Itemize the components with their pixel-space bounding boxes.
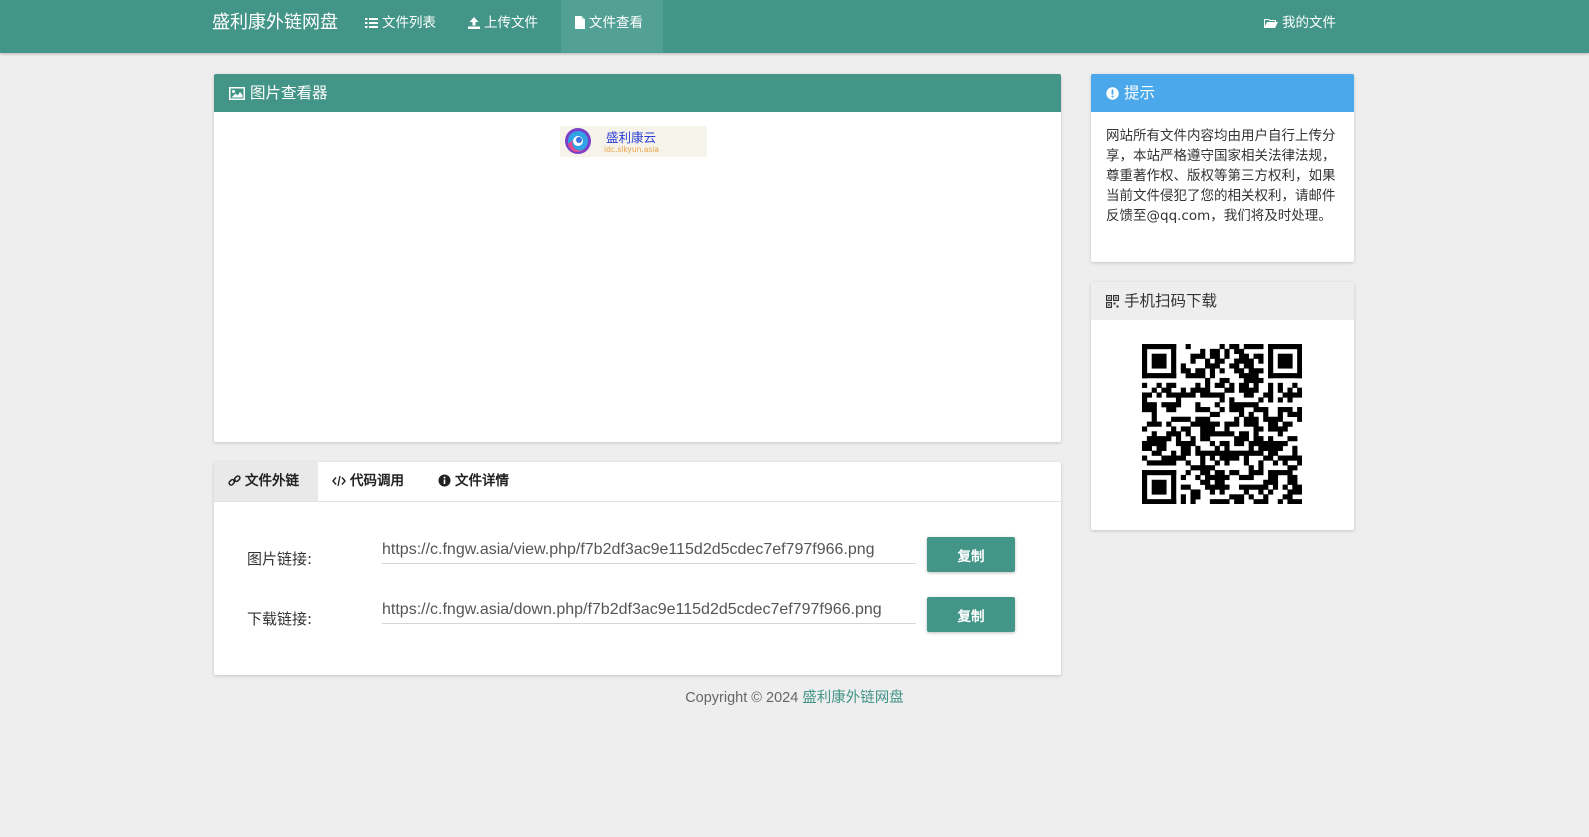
footer-copyright: Copyright © 2024 <box>685 690 799 706</box>
top-navbar: 盛利康外链网盘 文件列表 上传文件 文件查看 我的文件 <box>0 0 1589 53</box>
code-icon <box>332 475 346 487</box>
notice-panel: 提示 网站所有文件内容均由用户自行上传分享，本站严格遵守国家相关法律法规，尊重著… <box>1091 74 1354 262</box>
logo-subtext: idc.slkyun.asia <box>604 145 659 154</box>
tab-file-links-label: 文件外链 <box>245 473 299 489</box>
qrcode-icon <box>1106 295 1120 309</box>
notice-text: 网站所有文件内容均由用户自行上传分享，本站严格遵守国家相关法律法规，尊重著作权、… <box>1106 128 1336 224</box>
image-link-label: 图片链接: <box>247 550 313 568</box>
notice-title: 提示 <box>1124 84 1156 102</box>
file-links-panel: 文件外链 代码调用 文件详情 图片链接: 复制 下载链接: 复制 <box>214 462 1061 675</box>
logo-swirl-icon <box>565 128 591 154</box>
list-icon <box>365 18 378 28</box>
file-icon <box>575 16 585 29</box>
nav-file-list[interactable]: 文件列表 <box>351 0 450 53</box>
notice-header: 提示 <box>1091 74 1354 112</box>
qr-header: 手机扫码下载 <box>1091 282 1354 320</box>
image-link-input[interactable] <box>382 536 916 564</box>
image-viewer-panel: 图片查看器 盛利康云 idc.slkyun.asia <box>214 74 1061 442</box>
download-link-input[interactable] <box>382 596 916 624</box>
tab-file-details-label: 文件详情 <box>455 473 509 489</box>
copy-download-link-button[interactable]: 复制 <box>927 597 1015 632</box>
info-circle-icon <box>438 474 451 487</box>
copy-image-link-button[interactable]: 复制 <box>927 537 1015 572</box>
image-viewer-header: 图片查看器 <box>214 74 1061 112</box>
preview-image[interactable]: 盛利康云 idc.slkyun.asia <box>560 126 707 157</box>
tab-code-embed-label: 代码调用 <box>350 473 404 489</box>
tab-file-links[interactable]: 文件外链 <box>214 462 318 501</box>
nav-file-view-label: 文件查看 <box>589 15 643 31</box>
nav-my-files-label: 我的文件 <box>1282 15 1336 31</box>
image-viewer-title: 图片查看器 <box>250 84 328 102</box>
footer-site-link[interactable]: 盛利康外链网盘 <box>802 690 904 706</box>
nav-file-view[interactable]: 文件查看 <box>561 0 663 53</box>
folder-open-icon <box>1264 19 1278 28</box>
nav-upload-label: 上传文件 <box>484 15 538 31</box>
qr-download-panel: 手机扫码下载 <box>1091 282 1354 530</box>
nav-file-list-label: 文件列表 <box>382 15 436 31</box>
link-icon <box>228 475 241 486</box>
download-link-label: 下载链接: <box>247 610 313 628</box>
qr-code-image <box>1142 344 1302 504</box>
tab-code-embed[interactable]: 代码调用 <box>318 462 418 501</box>
image-icon <box>229 87 245 100</box>
links-tabs: 文件外链 代码调用 文件详情 <box>214 462 1061 502</box>
exclamation-circle-icon <box>1106 87 1119 100</box>
footer: Copyright © 2024 盛利康外链网盘 <box>0 686 1589 707</box>
nav-my-files[interactable]: 我的文件 <box>1250 0 1350 53</box>
qr-title: 手机扫码下载 <box>1124 292 1218 310</box>
upload-icon <box>468 17 480 29</box>
site-brand[interactable]: 盛利康外链网盘 <box>212 0 338 53</box>
nav-upload[interactable]: 上传文件 <box>454 0 552 53</box>
logo-text: 盛利康云 <box>606 130 657 145</box>
tab-file-details[interactable]: 文件详情 <box>424 462 523 501</box>
